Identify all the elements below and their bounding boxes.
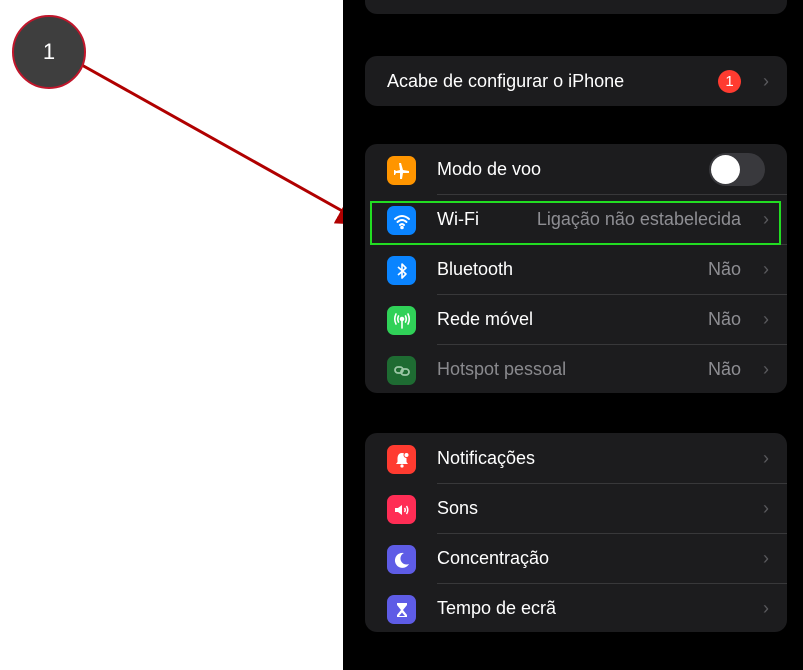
hourglass-icon: [387, 595, 416, 624]
antenna-icon: [387, 306, 416, 335]
mobile-data-row[interactable]: Rede móvel Não ›: [365, 294, 787, 344]
chevron-right-icon: ›: [763, 448, 769, 468]
mobile-data-label: Rede móvel: [437, 309, 534, 329]
chevron-right-icon: ›: [763, 598, 769, 618]
chevron-right-icon: ›: [763, 71, 769, 91]
toggle-knob: [711, 155, 740, 184]
setup-row[interactable]: Acabe de configurar o iPhone 1 ›: [365, 56, 787, 106]
step-number: 1: [42, 39, 56, 64]
airplane-mode-toggle[interactable]: [709, 153, 765, 186]
bluetooth-label: Bluetooth: [437, 259, 514, 279]
setup-group: Acabe de configurar o iPhone 1 ›: [365, 56, 787, 106]
bluetooth-status: Não: [707, 259, 741, 279]
notification-badge: 1: [718, 70, 741, 93]
chevron-right-icon: ›: [763, 498, 769, 518]
airplane-mode-row[interactable]: Modo de voo: [365, 144, 787, 194]
step-callout: 1: [12, 15, 86, 89]
screen-time-row[interactable]: Tempo de ecrã ›: [365, 583, 787, 632]
hotspot-status: Não: [707, 359, 741, 379]
bluetooth-row[interactable]: Bluetooth Não ›: [365, 244, 787, 294]
speaker-icon: [387, 495, 416, 524]
mobile-data-status: Não: [707, 309, 741, 329]
airplane-mode-label: Modo de voo: [437, 159, 542, 179]
notifications-row[interactable]: Notificações ›: [365, 433, 787, 483]
sounds-row[interactable]: Sons ›: [365, 483, 787, 533]
general-group: Notificações › Sons › Concentração › Tem…: [365, 433, 787, 632]
wifi-highlight-box: [370, 201, 781, 245]
hotspot-row[interactable]: Hotspot pessoal Não ›: [365, 344, 787, 393]
moon-icon: [387, 545, 416, 574]
chevron-right-icon: ›: [763, 359, 769, 379]
chevron-right-icon: ›: [763, 259, 769, 279]
settings-screen: Acabe de configurar o iPhone 1 › Modo de…: [343, 0, 803, 670]
hotspot-label: Hotspot pessoal: [437, 359, 567, 379]
sounds-label: Sons: [437, 498, 479, 518]
airplane-icon: [387, 156, 416, 185]
screen-time-label: Tempo de ecrã: [437, 598, 557, 618]
chevron-right-icon: ›: [763, 309, 769, 329]
previous-group: [365, 0, 787, 14]
setup-label: Acabe de configurar o iPhone: [387, 71, 625, 91]
bluetooth-icon: [387, 256, 416, 285]
connectivity-group: Modo de voo Wi-Fi Ligação não estabeleci…: [365, 144, 787, 393]
chevron-right-icon: ›: [763, 548, 769, 568]
bell-icon: [387, 445, 416, 474]
focus-label: Concentração: [437, 548, 550, 568]
notifications-label: Notificações: [437, 448, 536, 468]
hotspot-icon: [387, 356, 416, 385]
focus-row[interactable]: Concentração ›: [365, 533, 787, 583]
